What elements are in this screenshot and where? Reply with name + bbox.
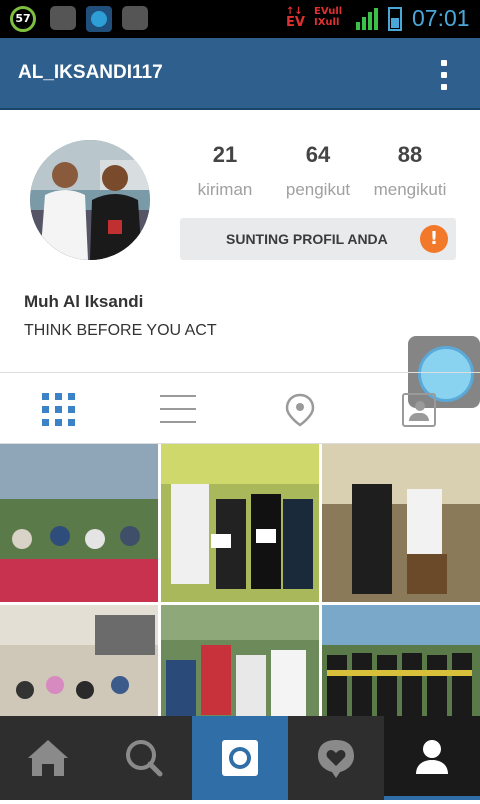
warning-icon: ! bbox=[420, 225, 448, 253]
photo-thumbnail[interactable] bbox=[322, 444, 480, 602]
followers-count: 64 bbox=[305, 142, 331, 167]
app-notification-icon bbox=[86, 6, 112, 32]
profile-avatar[interactable] bbox=[30, 140, 150, 260]
nav-home[interactable] bbox=[0, 716, 96, 800]
photo-thumbnail[interactable] bbox=[0, 444, 158, 602]
following-count: 88 bbox=[397, 142, 423, 167]
stat-posts[interactable]: 21 kiriman bbox=[190, 142, 260, 200]
nav-profile[interactable] bbox=[384, 716, 480, 800]
stat-followers[interactable]: 64 pengikut bbox=[278, 142, 358, 200]
following-label: mengikuti bbox=[373, 180, 447, 199]
search-icon bbox=[126, 740, 163, 777]
grid-icon bbox=[42, 393, 76, 427]
tab-list-view[interactable] bbox=[120, 373, 240, 445]
app-bar: AL_IKSANDI117 bbox=[0, 38, 480, 110]
photo-thumbnail[interactable] bbox=[161, 444, 319, 602]
camera-icon bbox=[222, 740, 258, 776]
stat-following[interactable]: 88 mengikuti bbox=[366, 142, 454, 200]
overflow-menu-icon[interactable] bbox=[434, 54, 454, 94]
network-indicator-1: ↑↓ EV bbox=[286, 6, 305, 30]
notification-count-badge: 57 bbox=[10, 6, 36, 32]
signal-strength-icon bbox=[356, 8, 378, 30]
posts-label: kiriman bbox=[197, 180, 253, 199]
edit-profile-button[interactable]: SUNTING PROFIL ANDA ! bbox=[180, 218, 456, 260]
profile-view-tabs bbox=[0, 372, 480, 444]
home-icon bbox=[28, 740, 68, 776]
posts-count: 21 bbox=[212, 142, 238, 167]
heart-bubble-icon bbox=[318, 740, 354, 778]
status-time: 07:01 bbox=[412, 5, 470, 31]
profile-username: AL_IKSANDI117 bbox=[18, 62, 163, 83]
person-tag-icon bbox=[402, 393, 436, 427]
list-icon bbox=[160, 395, 196, 423]
bbm-icon bbox=[50, 6, 76, 30]
tab-tagged[interactable] bbox=[360, 373, 480, 445]
bbm-icon bbox=[122, 6, 148, 30]
profile-full-name: Muh Al Iksandi bbox=[24, 292, 144, 311]
tab-grid-view[interactable] bbox=[0, 373, 120, 445]
nav-activity[interactable] bbox=[288, 716, 384, 800]
followers-label: pengikut bbox=[285, 180, 351, 199]
nav-explore[interactable] bbox=[96, 716, 192, 800]
edit-profile-label: SUNTING PROFIL ANDA bbox=[226, 231, 388, 247]
status-bar: 57 ↑↓ EV EVull IXull 07:01 bbox=[0, 0, 480, 38]
nav-camera[interactable] bbox=[192, 716, 288, 800]
person-icon bbox=[416, 740, 448, 774]
location-pin-icon bbox=[285, 393, 315, 427]
tab-places[interactable] bbox=[240, 373, 360, 445]
network-indicator-2: EVull IXull bbox=[314, 6, 343, 28]
profile-bio: THINK BEFORE YOU ACT bbox=[24, 322, 217, 339]
photo-grid bbox=[0, 444, 480, 716]
battery-icon bbox=[388, 7, 402, 31]
bottom-navigation bbox=[0, 716, 480, 800]
